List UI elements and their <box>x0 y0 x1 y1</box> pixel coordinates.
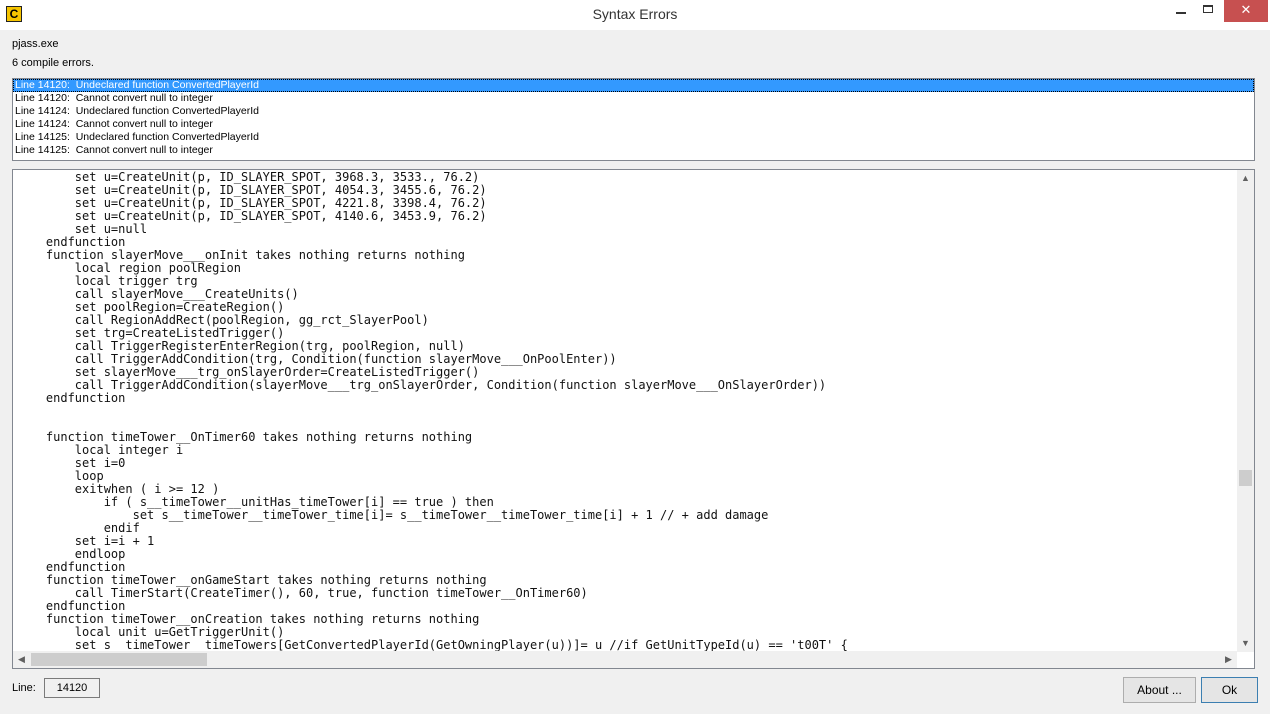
scroll-up-icon[interactable]: ▲ <box>1237 170 1254 187</box>
error-list-item[interactable]: Line 14125: Cannot convert null to integ… <box>13 144 1254 157</box>
code-line: endif <box>17 521 140 535</box>
close-icon: ✕ <box>1240 2 1252 17</box>
code-line: function timeTower__OnTimer60 takes noth… <box>17 430 473 444</box>
ok-button[interactable]: Ok <box>1201 677 1258 703</box>
code-line: set u=null <box>17 222 148 236</box>
error-list-item[interactable]: Line 14120: Undeclared function Converte… <box>13 79 1254 92</box>
minimize-icon <box>1176 12 1186 14</box>
error-list-item[interactable]: Line 14125: Undeclared function Converte… <box>13 131 1254 144</box>
about-button[interactable]: About ... <box>1123 677 1196 703</box>
code-line: endloop <box>17 547 126 561</box>
maximize-button[interactable] <box>1194 0 1224 22</box>
scroll-right-icon[interactable]: ▶ <box>1220 651 1237 668</box>
code-line: set u=CreateUnit(p, ID_SLAYER_SPOT, 4140… <box>17 209 487 223</box>
line-number-field: 14120 <box>44 678 100 698</box>
error-list-item[interactable]: Line 14120: Cannot convert null to integ… <box>13 92 1254 105</box>
source-code-view[interactable]: set u=CreateUnit(p, ID_SLAYER_SPOT, 3968… <box>12 169 1255 669</box>
code-line: set i=i + 1 <box>17 534 155 548</box>
vertical-scroll-thumb[interactable] <box>1239 470 1252 486</box>
code-line: set s__timeTower__timeTower_time[i]= s__… <box>17 508 769 522</box>
error-list-item[interactable]: Line 14124: Undeclared function Converte… <box>13 105 1254 118</box>
horizontal-scroll-thumb[interactable] <box>31 653 207 666</box>
code-line: endfunction <box>17 391 126 405</box>
error-list[interactable]: Line 14120: Undeclared function Converte… <box>12 78 1255 161</box>
code-line: call TimerStart(CreateTimer(), 60, true,… <box>17 586 588 600</box>
vertical-scrollbar[interactable]: ▲ ▼ <box>1237 170 1254 652</box>
horizontal-scrollbar[interactable]: ◀ ▶ <box>13 651 1237 668</box>
window-title: Syntax Errors <box>592 6 678 22</box>
code-line: set i=0 <box>17 456 126 470</box>
scroll-left-icon[interactable]: ◀ <box>13 651 30 668</box>
title-bar: C Syntax Errors ✕ <box>0 0 1270 30</box>
error-list-item[interactable]: Line 14124: Cannot convert null to integ… <box>13 118 1254 131</box>
scroll-down-icon[interactable]: ▼ <box>1237 635 1254 652</box>
executable-label: pjass.exe <box>12 38 59 50</box>
minimize-button[interactable] <box>1166 0 1196 22</box>
code-line: call TriggerAddCondition(slayerMove___tr… <box>17 378 827 392</box>
close-button[interactable]: ✕ <box>1224 0 1268 22</box>
code-line: local integer i <box>17 443 184 457</box>
code-line: local region poolRegion <box>17 261 241 275</box>
line-label: Line: <box>12 682 36 694</box>
maximize-icon <box>1203 5 1213 13</box>
source-code-text: set u=CreateUnit(p, ID_SLAYER_SPOT, 3968… <box>17 171 1235 653</box>
error-count-label: 6 compile errors. <box>12 57 94 69</box>
